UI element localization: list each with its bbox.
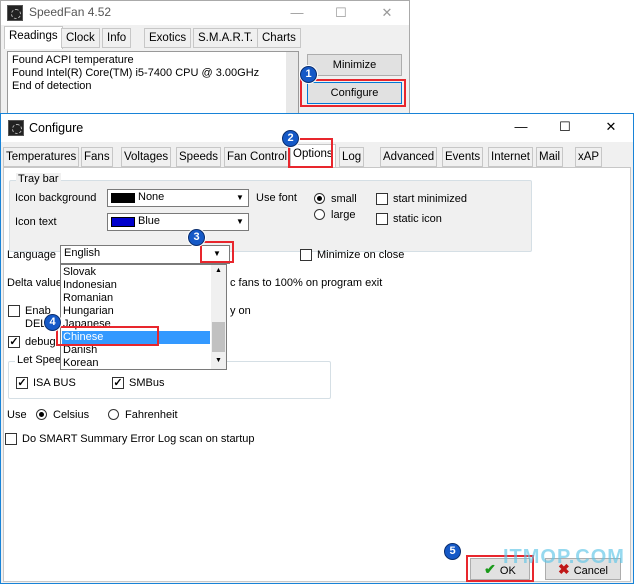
tab-mail[interactable]: Mail [536, 147, 564, 167]
isa-bus-checkbox[interactable]: ✓ [16, 377, 28, 389]
start-minimized-checkbox[interactable] [376, 193, 388, 205]
debug-label: debug [25, 336, 56, 348]
font-small-label: small [331, 193, 357, 205]
tray-bar-group: Tray bar [9, 173, 532, 252]
speedfan-titlebar: SpeedFan 4.52 — ☐ ✕ [1, 1, 409, 25]
tab-info[interactable]: Info [102, 28, 132, 48]
configure-title: Configure [29, 121, 84, 135]
language-value: English [64, 247, 101, 259]
language-option[interactable]: Korean [62, 357, 210, 369]
log-scrollbar[interactable] [286, 52, 298, 116]
debug-checkbox[interactable]: ✓ [8, 336, 20, 348]
static-icon-label: static icon [393, 213, 442, 225]
tab-smart[interactable]: S.M.A.R.T. [193, 28, 258, 48]
fans-full-on-exit-label: c fans to 100% on program exit [230, 277, 383, 289]
icon-text-select[interactable]: Blue ▼ [107, 213, 249, 231]
step-1-badge: 1 [300, 66, 317, 83]
font-small-radio[interactable] [314, 193, 325, 204]
chevron-down-icon: ▼ [236, 217, 244, 226]
language-scrollbar[interactable]: ▲ ▼ [211, 265, 226, 369]
fahrenheit-label: Fahrenheit [125, 409, 178, 421]
minimize-window-icon[interactable]: — [283, 3, 311, 23]
log-line: Found Intel(R) Core(TM) i5-7400 CPU @ 3.… [12, 67, 260, 79]
maximize-window-icon[interactable]: ☐ [551, 117, 579, 137]
icon-background-select[interactable]: None ▼ [107, 189, 249, 207]
step-4-badge: 4 [44, 314, 61, 331]
tab-internet[interactable]: Internet [488, 147, 533, 167]
highlight-chinese [56, 326, 159, 346]
detection-log: Found ACPI temperature Found Intel(R) Co… [7, 51, 299, 117]
language-label: Language [7, 249, 56, 261]
minimize-on-close-label: Minimize on close [317, 249, 405, 261]
tab-fans[interactable]: Fans [81, 147, 113, 167]
tab-fan-control[interactable]: Fan Control [224, 147, 291, 167]
maximize-window-icon[interactable]: ☐ [327, 3, 355, 23]
language-option[interactable]: Romanian [62, 292, 210, 305]
font-large-radio[interactable] [314, 209, 325, 220]
by-on-label: y on [230, 305, 251, 317]
enable-checkbox[interactable] [8, 305, 20, 317]
minimize-on-close-checkbox[interactable] [300, 249, 312, 261]
scroll-down-icon[interactable]: ▼ [212, 357, 225, 364]
isa-bus-label: ISA BUS [33, 377, 76, 389]
icon-background-label: Icon background [15, 192, 97, 204]
step-2-badge: 2 [282, 130, 299, 147]
smart-log-scan-checkbox[interactable] [5, 433, 17, 445]
fahrenheit-radio[interactable] [108, 409, 119, 420]
tab-charts[interactable]: Charts [257, 28, 301, 48]
tab-temperatures[interactable]: Temperatures [3, 147, 80, 167]
tab-readings[interactable]: Readings [4, 26, 63, 49]
step-5-badge: 5 [444, 543, 461, 560]
speedfan-app-icon [7, 5, 23, 21]
minimize-window-icon[interactable]: — [507, 117, 535, 137]
static-icon-checkbox[interactable] [376, 213, 388, 225]
icon-text-value: Blue [138, 215, 161, 227]
speedfan-title: SpeedFan 4.52 [29, 5, 112, 19]
celsius-radio[interactable] [36, 409, 47, 420]
minimize-button[interactable]: Minimize [307, 54, 402, 76]
start-minimized-label: start minimized [393, 193, 467, 205]
language-option[interactable]: Hungarian [62, 305, 210, 318]
tab-clock[interactable]: Clock [61, 28, 100, 48]
icon-background-value: None [138, 191, 165, 203]
chevron-down-icon: ▼ [236, 193, 244, 202]
close-window-icon[interactable]: ✕ [597, 117, 625, 137]
smart-log-scan-label: Do SMART Summary Error Log scan on start… [22, 433, 255, 445]
celsius-label: Celsius [53, 409, 90, 421]
close-window-icon[interactable]: ✕ [373, 3, 401, 23]
smbus-label: SMBus [129, 377, 165, 389]
use-label: Use [7, 409, 27, 421]
tray-bar-label: Tray bar [16, 173, 61, 185]
delta-value-label: Delta value [7, 277, 63, 289]
log-line: Found ACPI temperature [12, 54, 134, 66]
tab-log[interactable]: Log [339, 147, 365, 167]
step-3-badge: 3 [188, 229, 205, 246]
scroll-up-icon[interactable]: ▲ [212, 267, 225, 274]
configure-app-icon [8, 120, 24, 136]
tab-advanced[interactable]: Advanced [380, 147, 438, 167]
scroll-thumb[interactable] [212, 322, 225, 352]
highlight-language-arrow [200, 241, 234, 263]
language-option[interactable]: Indonesian [62, 279, 210, 292]
color-swatch [111, 193, 135, 203]
tab-voltages[interactable]: Voltages [121, 147, 172, 167]
tab-xap[interactable]: xAP [575, 147, 603, 167]
let-speed-label: Let Spee [15, 354, 64, 366]
log-line: End of detection [12, 80, 92, 92]
tab-speeds[interactable]: Speeds [176, 147, 222, 167]
smbus-checkbox[interactable]: ✓ [112, 377, 124, 389]
watermark: ITMOP.COM [503, 546, 625, 568]
font-large-label: large [331, 209, 356, 221]
icon-text-label: Icon text [15, 216, 57, 228]
language-dropdown-list[interactable]: Slovak Indonesian Romanian Hungarian Jap… [60, 264, 227, 370]
language-option[interactable]: Slovak [62, 266, 210, 279]
tab-exotics[interactable]: Exotics [144, 28, 192, 48]
use-font-label: Use font [256, 192, 297, 204]
color-swatch [111, 217, 135, 227]
highlight-configure [300, 79, 406, 107]
tab-events[interactable]: Events [442, 147, 484, 167]
